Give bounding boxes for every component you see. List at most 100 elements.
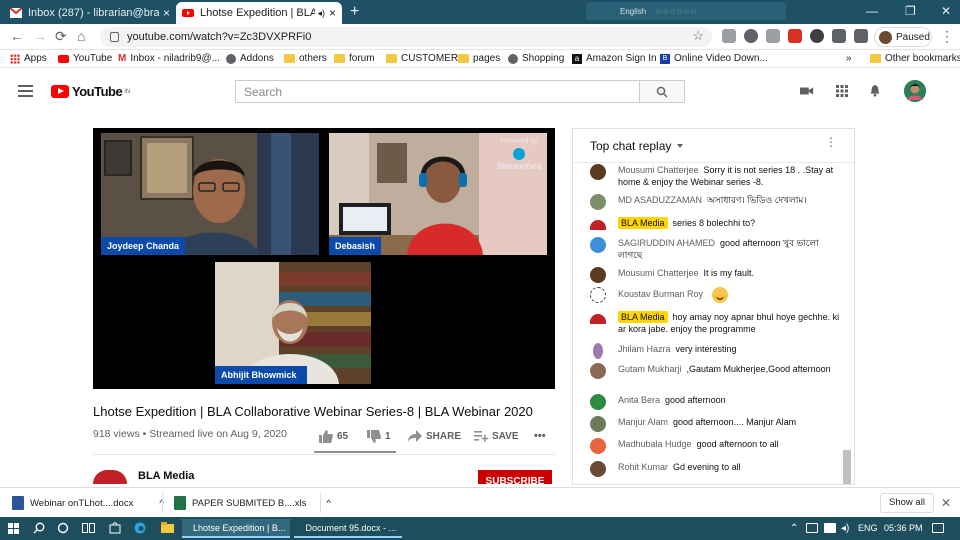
create-video-icon[interactable] <box>800 85 814 97</box>
tab-close-icon[interactable]: × <box>329 6 336 20</box>
extension-red-icon[interactable] <box>788 29 802 43</box>
new-tab-button[interactable]: + <box>350 3 359 21</box>
search-button[interactable] <box>640 80 685 103</box>
download-item[interactable]: PAPER SUBMITED B....xls ^ <box>174 496 331 510</box>
bookmark-label: forum <box>349 53 375 64</box>
taskbar-app-chrome[interactable]: Lhotse Expedition | B... <box>182 519 290 538</box>
network-icon[interactable] <box>806 523 818 533</box>
windows-start-icon[interactable] <box>8 523 19 534</box>
chat-author[interactable]: Mousumi Chatterjee <box>618 268 699 278</box>
video-player[interactable]: Joydeep Chanda Debasish Abhijit Bhowmick… <box>93 128 555 389</box>
save-label: SAVE <box>492 430 519 442</box>
bookmark-shopping[interactable]: Shopping <box>508 53 564 64</box>
home-button[interactable]: ⌂ <box>77 28 85 44</box>
bookmark-inbox[interactable]: M Inbox - niladrib9@... <box>118 53 220 64</box>
chat-author[interactable]: Mousumi Chatterjee <box>618 165 699 175</box>
bookmark-forum[interactable]: forum <box>334 53 375 64</box>
file-explorer-icon[interactable] <box>161 522 174 533</box>
taskbar-app-word[interactable]: W Document 95.docx - ... <box>294 519 402 538</box>
chevron-up-icon[interactable]: ^ <box>326 498 330 509</box>
bookmark-youtube[interactable]: YouTube <box>58 53 112 64</box>
youtube-wordmark: YouTube <box>72 84 123 99</box>
shield-icon[interactable] <box>766 29 780 43</box>
chat-author[interactable]: Jhilam Hazra <box>618 344 671 354</box>
input-language[interactable]: ENG <box>858 523 878 533</box>
like-button[interactable]: 65 <box>319 430 348 443</box>
user-avatar <box>590 164 606 180</box>
apps-grid-icon[interactable] <box>835 85 849 97</box>
close-window-button[interactable]: ✕ <box>941 4 951 18</box>
chat-author[interactable]: MD ASADUZZAMAN <box>618 195 702 205</box>
search-input[interactable]: Search <box>235 80 640 103</box>
bookmark-others[interactable]: others <box>284 53 327 64</box>
bookmark-star-icon[interactable]: ☆ <box>692 28 704 44</box>
minimize-button[interactable]: — <box>866 4 878 18</box>
chat-menu-icon[interactable]: ⋮ <box>825 136 837 148</box>
bookmark-video-downloader[interactable]: B Online Video Down... <box>660 53 768 64</box>
notification-center-icon[interactable] <box>932 523 944 533</box>
tray-overflow-icon[interactable]: ⌃ <box>790 523 798 534</box>
share-button[interactable]: SHARE <box>408 430 461 442</box>
search-icon[interactable] <box>33 522 45 534</box>
search-extension-icon[interactable] <box>744 29 758 43</box>
battery-icon[interactable] <box>824 523 836 533</box>
chat-author[interactable]: Gutam Mukharji <box>618 364 682 374</box>
notifications-bell-icon[interactable] <box>868 85 882 97</box>
extension-icon[interactable] <box>722 29 736 43</box>
subscribe-button[interactable]: SUBSCRIBE <box>478 470 552 484</box>
hamburger-menu-icon[interactable] <box>18 85 33 100</box>
chevron-down-icon[interactable] <box>677 143 684 148</box>
tab-youtube-active[interactable]: Lhotse Expedition | BLA Colla... ◂) × <box>176 2 342 24</box>
other-bookmarks[interactable]: Other bookmarks <box>870 53 960 64</box>
bookmark-customer[interactable]: CUSTOMER <box>386 53 458 64</box>
media-icon[interactable] <box>854 29 868 43</box>
chat-scrollbar[interactable] <box>843 450 851 484</box>
chat-author[interactable]: BLA Media <box>618 217 668 229</box>
show-all-downloads-button[interactable]: Show all <box>880 493 934 513</box>
save-button[interactable]: SAVE <box>474 430 519 442</box>
back-button[interactable]: ← <box>10 28 24 44</box>
volume-icon[interactable]: ◂) <box>841 523 849 534</box>
profile-button[interactable]: Paused <box>874 27 932 47</box>
bookmark-addons[interactable]: Addons <box>226 53 274 64</box>
channel-name[interactable]: BLA Media <box>138 470 194 482</box>
tab-close-icon[interactable]: × <box>163 6 170 20</box>
chat-mode-selector[interactable]: Top chat replay <box>590 139 671 153</box>
account-avatar[interactable] <box>904 80 926 102</box>
bookmarks-overflow[interactable]: » <box>846 53 852 64</box>
chat-author[interactable]: Manjur Alam <box>618 417 668 427</box>
dislike-button[interactable]: 1 <box>367 430 391 443</box>
task-view-icon[interactable] <box>82 522 95 534</box>
forward-button[interactable]: → <box>33 28 47 44</box>
url-bar[interactable]: youtube.com/watch?v=Zc3DVXPRFi0 ☆ <box>100 27 712 47</box>
browser-menu-icon[interactable]: ⋮ <box>940 28 954 45</box>
more-actions-button[interactable]: ••• <box>534 430 546 442</box>
clock[interactable]: 05:36 PM <box>884 523 923 533</box>
close-download-shelf-icon[interactable]: ✕ <box>941 496 951 510</box>
tab-gmail[interactable]: Inbox (287) - librarian@brainwar... × <box>4 2 176 24</box>
bookmark-pages[interactable]: pages <box>458 53 500 64</box>
chat-author[interactable]: SAGIRUDDIN AHAMED <box>618 238 715 248</box>
bookmark-label: pages <box>473 53 501 64</box>
chat-author[interactable]: Anita Bera <box>618 395 660 405</box>
chat-author[interactable]: Rohit Kumar <box>618 462 668 472</box>
bookmark-amazon[interactable]: a Amazon Sign In <box>572 53 657 64</box>
channel-avatar[interactable] <box>93 470 127 484</box>
reload-button[interactable]: ⟳ <box>55 28 67 45</box>
store-icon[interactable] <box>109 522 121 534</box>
cortana-icon[interactable] <box>57 522 69 534</box>
youtube-logo[interactable]: YouTube IN <box>51 84 130 99</box>
audio-icon[interactable]: ◂) <box>317 8 325 19</box>
extension-circle-icon[interactable] <box>810 29 824 43</box>
chat-author[interactable]: Koustav Burman Roy <box>618 289 703 299</box>
language-extension[interactable]: English ◌ ◌ ◌ ◌ ◌ ◌ <box>586 2 786 20</box>
participant-name-label: Debasish <box>329 237 382 255</box>
user-avatar <box>593 343 603 359</box>
edge-icon[interactable] <box>134 522 146 534</box>
chat-author[interactable]: Madhubala Hudge <box>618 439 692 449</box>
chat-author[interactable]: BLA Media <box>618 311 668 323</box>
restore-button[interactable]: ❐ <box>905 4 916 18</box>
download-item[interactable]: Webinar onTLhot....docx ^ <box>12 496 164 510</box>
puzzle-icon[interactable] <box>832 29 846 43</box>
bookmark-apps[interactable]: Apps <box>10 53 47 64</box>
